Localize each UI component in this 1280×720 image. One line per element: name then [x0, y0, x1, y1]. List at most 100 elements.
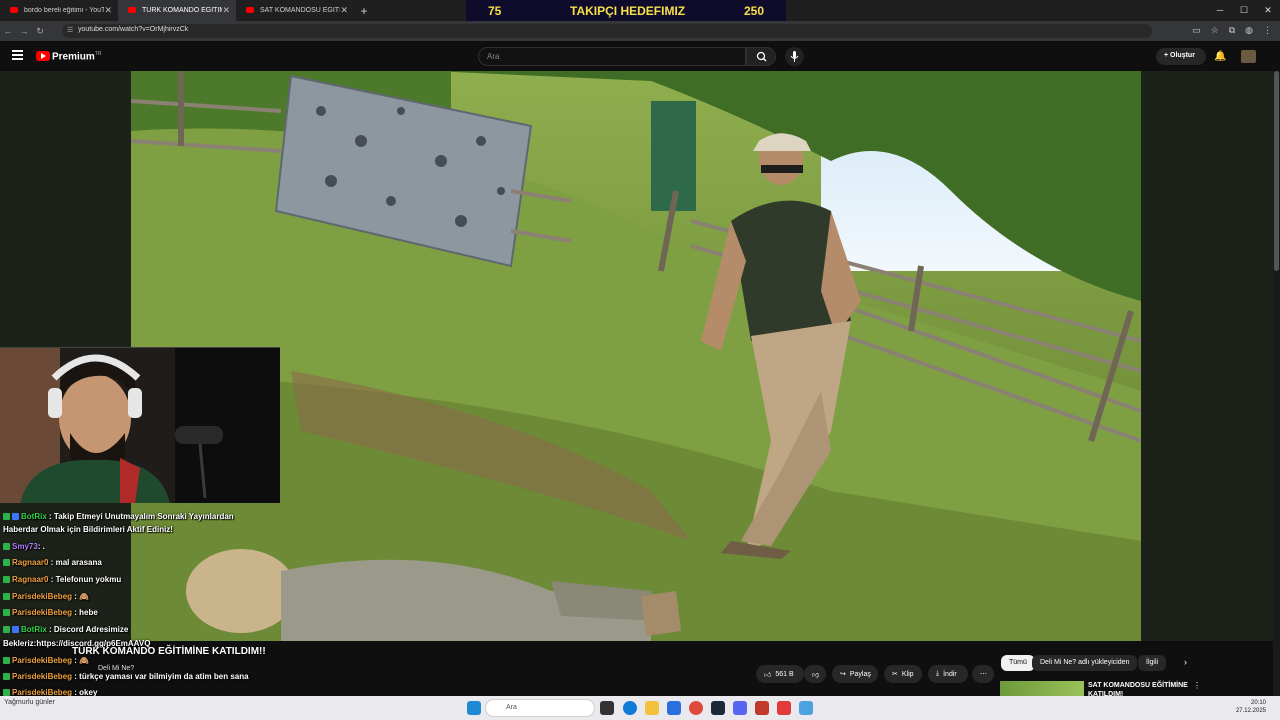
browser-menu-icon[interactable]: ⋮: [1263, 25, 1272, 36]
share-button[interactable]: ↪ Paylaş: [832, 665, 878, 683]
tab-label: bordo bereli eğitimi - YouTube: [24, 7, 104, 14]
chat-username: Ragnaar0: [12, 575, 49, 584]
youtube-logo-icon[interactable]: [36, 51, 50, 61]
close-tab-icon[interactable]: ✕: [104, 5, 112, 16]
reload-icon[interactable]: ↻: [32, 26, 48, 37]
search-icon: [756, 51, 767, 62]
scrollbar-thumb[interactable]: [1274, 71, 1279, 271]
chat-message: Ragnaar0 : mal arasana: [3, 558, 102, 567]
close-tab-icon[interactable]: ✕: [222, 5, 230, 16]
account-avatar[interactable]: [1241, 50, 1256, 63]
verified-badge-icon: [12, 513, 19, 520]
url-field[interactable]: ☰ youtube.com/watch?v=OrMjhirvzCk: [62, 24, 1152, 38]
search-button[interactable]: [746, 47, 776, 66]
page-scrollbar[interactable]: [1273, 71, 1280, 696]
like-button[interactable]: 👍︎ 561 B: [756, 665, 804, 683]
chat-text: : hebe: [74, 608, 98, 617]
chat-text: : .: [37, 542, 45, 551]
chat-username: BotRix: [21, 512, 47, 521]
site-info-icon[interactable]: ☰: [67, 26, 73, 34]
channel-name[interactable]: Deli Mi Ne?: [98, 665, 134, 672]
browser-tab-2[interactable]: TÜRK KOMANDO EĞİTİMİ ✕: [118, 0, 236, 21]
youtube-favicon-icon: [128, 7, 136, 13]
forward-icon[interactable]: →: [16, 26, 32, 36]
create-button[interactable]: + Oluştur: [1156, 48, 1206, 65]
subscriber-badge-icon: [3, 609, 10, 616]
subscriber-badge-icon: [3, 689, 10, 696]
youtube-header: PremiumTR Ara + Oluştur 🔔: [0, 41, 1280, 71]
url-text: youtube.com/watch?v=OrMjhirvzCk: [78, 26, 189, 33]
follow-current: 75: [488, 4, 502, 18]
chat-message: Ragnaar0 : Telefonun yokmu: [3, 575, 121, 584]
close-window-icon[interactable]: ✕: [1256, 0, 1280, 21]
chat-text: : türkçe yaması var bilmiyim da atim ben…: [74, 672, 249, 681]
chip-from-uploader[interactable]: Deli Mi Ne? adlı yükleyiciden: [1032, 655, 1138, 671]
chat-text: : Telefonun yokmu: [50, 575, 122, 584]
chat-message: BotRix : Discord Adresimize: [3, 625, 128, 634]
chat-message: Smy73: .: [3, 542, 45, 551]
microphone-icon: [790, 51, 799, 62]
file-explorer-icon[interactable]: [645, 701, 659, 715]
related-more-icon[interactable]: ⋮: [1193, 681, 1201, 690]
store-icon[interactable]: [667, 701, 681, 715]
browser-tab-3[interactable]: SAT KOMANDOSU EĞİTİMİNE ✕: [236, 0, 354, 21]
app-icon[interactable]: [755, 701, 769, 715]
follow-goal-banner: 75 TAKIPÇI HEDEFIMIZ 250: [466, 0, 786, 22]
related-video-thumbnail[interactable]: [1000, 681, 1084, 696]
chat-message: ParisdekiBebeg : 🙈: [3, 592, 89, 601]
steam-icon[interactable]: [711, 701, 725, 715]
youtube-favicon-icon: [10, 7, 18, 13]
youtube-premium-logo[interactable]: PremiumTR: [52, 51, 101, 62]
chrome-icon[interactable]: [689, 701, 703, 715]
chat-username: BotRix: [21, 625, 47, 634]
chat-message: ParisdekiBebeg : hebe: [3, 608, 98, 617]
tab-label: TÜRK KOMANDO EĞİTİMİ: [142, 7, 222, 14]
windows-start-icon[interactable]: [467, 701, 481, 715]
moderator-badge-icon: [3, 543, 10, 550]
streamer-webcam: [0, 347, 280, 503]
chat-text: : 🙈: [74, 656, 90, 665]
download-button[interactable]: ⤓ İndir: [928, 665, 968, 683]
chat-message: Haberdar Olmak için Bildirimleri Aktif E…: [3, 525, 173, 534]
close-tab-icon[interactable]: ✕: [340, 5, 348, 16]
chat-message: ParisdekiBebeg : 🙈: [3, 656, 89, 665]
notifications-bell-icon[interactable]: 🔔: [1214, 51, 1226, 62]
youtube-favicon-icon: [246, 7, 254, 13]
weather-widget[interactable]: Yağmurlu günler: [4, 699, 55, 706]
clip-button[interactable]: ✂ Klip: [884, 665, 922, 683]
edge-browser-icon[interactable]: [623, 701, 637, 715]
like-count: 561 B: [775, 670, 794, 678]
thumbs-up-icon: 👍︎: [764, 671, 772, 679]
cast-icon[interactable]: ▭: [1192, 25, 1201, 36]
system-clock[interactable]: 20:10 27.12.2025: [1236, 699, 1266, 715]
video-title: TÜRK KOMANDO EĞİTİMİNE KATILDIM!!: [72, 646, 266, 657]
chat-username: ParisdekiBebeg: [12, 672, 73, 681]
minimize-icon[interactable]: ─: [1208, 0, 1232, 21]
discord-icon[interactable]: [733, 701, 747, 715]
maximize-icon[interactable]: ☐: [1232, 0, 1256, 21]
bookmark-star-icon[interactable]: ☆: [1211, 25, 1219, 36]
settings-gear-icon[interactable]: [799, 701, 813, 715]
chip-related[interactable]: İlgili: [1138, 655, 1167, 671]
profile-icon[interactable]: ◍: [1245, 25, 1253, 36]
extensions-icon[interactable]: ⧉: [1229, 25, 1235, 36]
follow-goal-target: 250: [744, 4, 765, 18]
search-input[interactable]: Ara: [478, 47, 746, 66]
task-view-icon[interactable]: [600, 701, 614, 715]
app-icon-2[interactable]: [777, 701, 791, 715]
dislike-button[interactable]: 👎︎: [804, 665, 826, 683]
voice-search-button[interactable]: [785, 47, 804, 66]
browser-tab-1[interactable]: bordo bereli eğitimi - YouTube ✕: [0, 0, 118, 21]
hamburger-menu-icon[interactable]: [12, 50, 23, 60]
more-actions-button[interactable]: ⋯: [972, 665, 994, 683]
taskbar-search-input[interactable]: Ara: [485, 699, 595, 717]
chat-message: ParisdekiBebeg : türkçe yaması var bilmi…: [3, 672, 249, 681]
chevron-right-icon[interactable]: ›: [1184, 657, 1187, 667]
tab-label: SAT KOMANDOSU EĞİTİMİNE: [260, 7, 340, 14]
download-icon: ⤓: [936, 670, 940, 677]
new-tab-button[interactable]: +: [354, 4, 374, 18]
back-icon[interactable]: ←: [0, 26, 16, 36]
chip-all[interactable]: Tümü: [1001, 655, 1035, 671]
moderator-badge-icon: [3, 559, 10, 566]
chat-username: ParisdekiBebeg: [12, 592, 73, 601]
